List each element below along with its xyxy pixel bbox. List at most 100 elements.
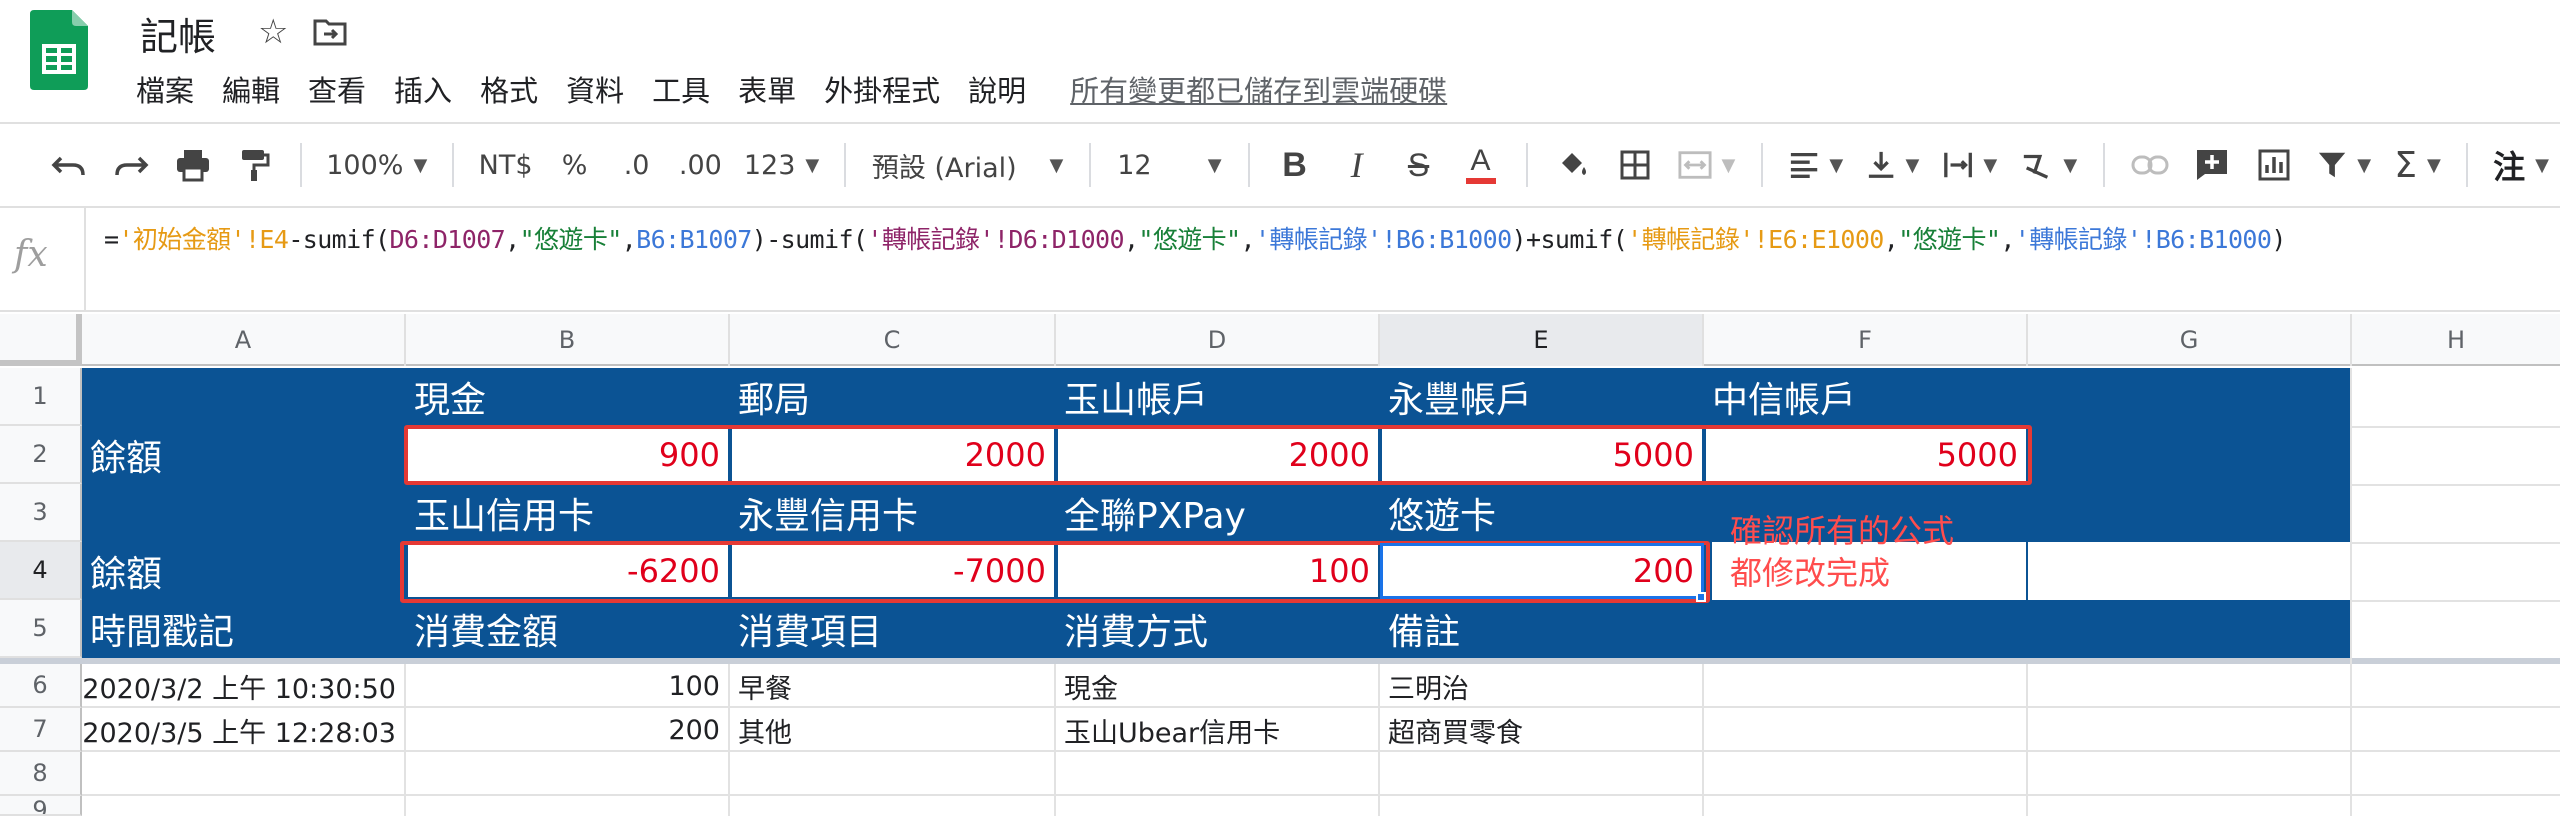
cell-b3[interactable]: 玉山信用卡 bbox=[406, 484, 730, 542]
insert-chart-button[interactable] bbox=[2249, 135, 2299, 195]
formula-input[interactable]: ='初始金額'!E4-sumif(D6:D1007,"悠遊卡",B6:B1007… bbox=[104, 220, 2286, 256]
cell-a7[interactable]: 2020/3/5 上午 12:28:03 bbox=[82, 708, 404, 752]
fill-handle[interactable] bbox=[1696, 592, 1706, 602]
cell-b5[interactable]: 消費金額 bbox=[406, 600, 730, 658]
row-header-9[interactable]: 9 bbox=[0, 796, 82, 816]
cell-b1[interactable]: 現金 bbox=[406, 368, 730, 426]
cell-b6[interactable]: 100 bbox=[406, 664, 728, 708]
row-header-7[interactable]: 7 bbox=[0, 708, 82, 752]
cell-e6[interactable]: 三明治 bbox=[1380, 664, 1702, 708]
bold-button[interactable]: B bbox=[1270, 135, 1320, 195]
cell-d3[interactable]: 全聯PXPay bbox=[1056, 484, 1380, 542]
horizontal-align-button[interactable]: ▼ bbox=[1783, 135, 1849, 195]
saved-status-link[interactable]: 所有變更都已儲存到雲端硬碟 bbox=[1070, 68, 1447, 110]
column-header-f[interactable]: F bbox=[1704, 314, 2028, 366]
undo-button[interactable] bbox=[44, 135, 94, 195]
percent-format-button[interactable]: % bbox=[550, 135, 600, 195]
star-icon[interactable]: ☆ bbox=[258, 14, 294, 50]
menu-forms[interactable]: 表單 bbox=[724, 68, 810, 110]
select-all-corner[interactable] bbox=[0, 314, 82, 366]
cell-c1[interactable]: 郵局 bbox=[730, 368, 1056, 426]
cell-a2[interactable]: 餘額 bbox=[82, 426, 406, 484]
cell-c2[interactable]: 2000 bbox=[732, 429, 1054, 481]
cell-e4[interactable]: 200 bbox=[1382, 545, 1702, 597]
column-header-e[interactable]: E bbox=[1380, 314, 1704, 366]
filter-button[interactable]: ▼ bbox=[2311, 135, 2377, 195]
column-header-g[interactable]: G bbox=[2028, 314, 2352, 366]
column-header-b[interactable]: B bbox=[406, 314, 730, 366]
row-header-4[interactable]: 4 bbox=[0, 542, 82, 600]
row-header-5[interactable]: 5 bbox=[0, 600, 82, 658]
font-family-select[interactable]: 預設 (Arial) ▼ bbox=[866, 135, 1069, 195]
fill-color-button[interactable] bbox=[1548, 135, 1598, 195]
menu-edit[interactable]: 編輯 bbox=[208, 68, 294, 110]
sheets-logo-icon[interactable] bbox=[30, 10, 90, 90]
text-color-button[interactable]: A bbox=[1456, 135, 1506, 195]
zoom-select[interactable]: 100% ▼ bbox=[322, 135, 432, 195]
document-title[interactable]: 記帳 bbox=[140, 6, 216, 61]
row-header-2[interactable]: 2 bbox=[0, 426, 82, 484]
column-header-h[interactable]: H bbox=[2352, 314, 2560, 366]
cell-d6[interactable]: 現金 bbox=[1056, 664, 1378, 708]
borders-button[interactable] bbox=[1610, 135, 1660, 195]
menu-help[interactable]: 說明 bbox=[954, 68, 1040, 110]
cell-c5[interactable]: 消費項目 bbox=[730, 600, 1056, 658]
menu-file[interactable]: 檔案 bbox=[122, 68, 208, 110]
cell-a4[interactable]: 餘額 bbox=[82, 542, 406, 600]
cell-b4[interactable]: -6200 bbox=[408, 545, 728, 597]
more-formats-select[interactable]: 123 ▼ bbox=[739, 135, 824, 195]
more-tools-button[interactable]: 注 ▼ bbox=[2488, 135, 2554, 195]
row-header-3[interactable]: 3 bbox=[0, 484, 82, 542]
cell-a6[interactable]: 2020/3/2 上午 10:30:50 bbox=[82, 664, 404, 708]
currency-format-button[interactable]: NT$ bbox=[474, 135, 538, 195]
cell-b7[interactable]: 200 bbox=[406, 708, 728, 752]
strikethrough-button[interactable]: S bbox=[1394, 135, 1444, 195]
menu-tools[interactable]: 工具 bbox=[638, 68, 724, 110]
menu-insert[interactable]: 插入 bbox=[380, 68, 466, 110]
cell-d5[interactable]: 消費方式 bbox=[1056, 600, 1380, 658]
cell-d7[interactable]: 玉山Ubear信用卡 bbox=[1056, 708, 1378, 752]
vertical-align-button[interactable]: ▼ bbox=[1861, 135, 1925, 195]
italic-button[interactable]: I bbox=[1332, 135, 1382, 195]
text-rotation-button[interactable]: ▼ bbox=[2015, 135, 2083, 195]
cell-e5[interactable]: 備註 bbox=[1380, 600, 1704, 658]
menu-view[interactable]: 查看 bbox=[294, 68, 380, 110]
cell-e3[interactable]: 悠遊卡 bbox=[1380, 484, 1704, 542]
paint-format-button[interactable] bbox=[230, 135, 280, 195]
cell-c6[interactable]: 早餐 bbox=[730, 664, 1054, 708]
cell-a5[interactable]: 時間戳記 bbox=[82, 600, 406, 658]
menu-addons[interactable]: 外掛程式 bbox=[810, 68, 954, 110]
move-to-folder-icon[interactable] bbox=[312, 14, 348, 50]
print-button[interactable] bbox=[168, 135, 218, 195]
insert-comment-button[interactable] bbox=[2187, 135, 2237, 195]
cell-d1[interactable]: 玉山帳戶 bbox=[1056, 368, 1380, 426]
cell-b2[interactable]: 900 bbox=[408, 429, 728, 481]
functions-button[interactable]: Σ ▼ bbox=[2389, 135, 2446, 195]
cell-e7[interactable]: 超商買零食 bbox=[1380, 708, 1702, 752]
cell-c7[interactable]: 其他 bbox=[730, 708, 1054, 752]
redo-button[interactable] bbox=[106, 135, 156, 195]
cell-d2[interactable]: 2000 bbox=[1058, 429, 1378, 481]
cell-c4[interactable]: -7000 bbox=[732, 545, 1054, 597]
font-size-select[interactable]: 12 ▼ bbox=[1111, 135, 1227, 195]
menu-data[interactable]: 資料 bbox=[552, 68, 638, 110]
cell-f2[interactable]: 5000 bbox=[1706, 429, 2026, 481]
column-header-c[interactable]: C bbox=[730, 314, 1056, 366]
insert-link-button[interactable] bbox=[2125, 135, 2175, 195]
row-header-8[interactable]: 8 bbox=[0, 752, 82, 796]
column-header-d[interactable]: D bbox=[1056, 314, 1380, 366]
cell-c3[interactable]: 永豐信用卡 bbox=[730, 484, 1056, 542]
decrease-decimal-button[interactable]: .0 bbox=[612, 135, 662, 195]
menu-format[interactable]: 格式 bbox=[466, 68, 552, 110]
cell-f1[interactable]: 中信帳戶 bbox=[1704, 368, 2028, 426]
row-header-1[interactable]: 1 bbox=[0, 368, 82, 426]
row-header-6[interactable]: 6 bbox=[0, 664, 82, 708]
cell-e2[interactable]: 5000 bbox=[1382, 429, 1702, 481]
column-header-a[interactable]: A bbox=[82, 314, 406, 366]
increase-decimal-button[interactable]: .00 bbox=[674, 135, 728, 195]
cell-e1[interactable]: 永豐帳戶 bbox=[1380, 368, 1704, 426]
merge-cells-button[interactable]: ▼ bbox=[1672, 135, 1742, 195]
chevron-down-icon: ▼ bbox=[1829, 154, 1844, 176]
cell-d4[interactable]: 100 bbox=[1058, 545, 1378, 597]
text-wrapping-button[interactable]: ▼ bbox=[1937, 135, 2003, 195]
